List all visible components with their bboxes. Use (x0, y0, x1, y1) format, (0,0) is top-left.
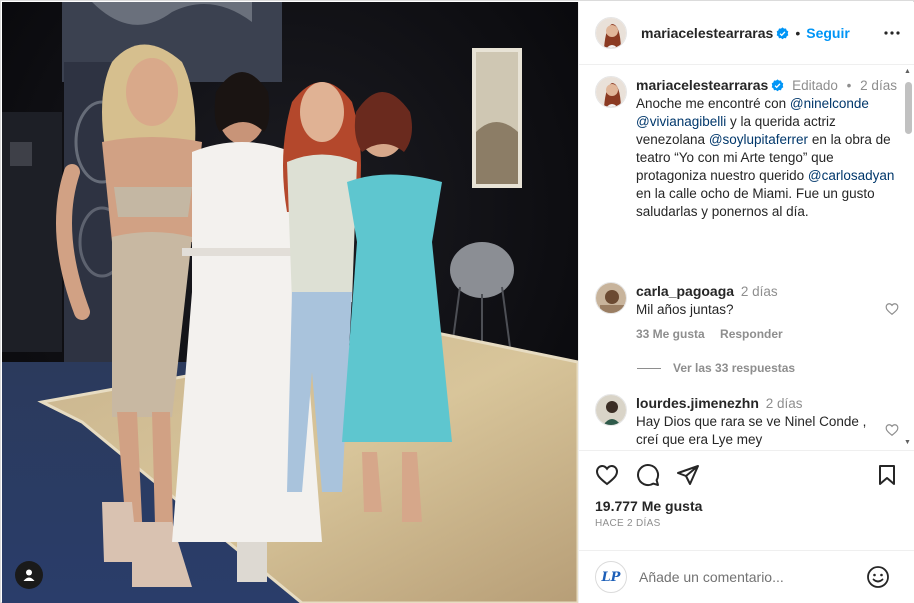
likes-count[interactable]: 19.777 Me gusta (595, 498, 702, 514)
caption-author-avatar[interactable] (595, 76, 627, 108)
post-photo[interactable] (2, 2, 578, 603)
caption-avatar-image (596, 77, 626, 107)
commenter-avatar-image (596, 395, 626, 425)
caption-edited: Editado (792, 78, 838, 93)
scrollbar-thumb[interactable] (905, 82, 912, 134)
action-icons (595, 463, 899, 489)
mention-ninelconde[interactable]: @ninelconde (790, 96, 869, 111)
commenter-avatar-image (596, 283, 626, 313)
post-image (2, 2, 578, 603)
scroll-down-arrow-icon[interactable]: ▼ (904, 439, 911, 446)
comments-scroll-area[interactable]: mariacelestearraras Editado • 2 días Ano… (579, 66, 914, 450)
author-avatar[interactable] (595, 17, 627, 49)
more-options-button[interactable] (883, 24, 901, 45)
comment-text: Mil años juntas? (636, 302, 734, 317)
commenter-avatar[interactable] (595, 282, 627, 314)
view-replies-button[interactable]: Ver las 33 respuestas (637, 361, 795, 375)
comment-body: lourdes.jimenezhn 2 días Hay Dios que ra… (636, 394, 876, 449)
mention-vivianagibelli[interactable]: @vivianagibelli (636, 114, 726, 129)
header-separator: • (795, 25, 801, 41)
heart-icon (595, 464, 619, 486)
comment-like-button[interactable] (885, 302, 899, 319)
caption-username[interactable]: mariacelestearraras (636, 77, 768, 93)
emoji-smile-icon (867, 566, 889, 588)
caption-text-1: Anoche me encontré con (636, 96, 790, 111)
heart-outline-icon (885, 303, 899, 315)
comment-body: carla_pagoaga 2 días Mil años juntas? 33… (636, 282, 876, 343)
scroll-up-arrow-icon[interactable]: ▲ (904, 68, 911, 75)
post-side-panel: mariacelestearraras • Seguir mariacelest… (578, 2, 914, 603)
caption-verified-badge-icon (772, 79, 784, 92)
user-tag-icon (23, 569, 35, 581)
comment-bubble-icon (637, 464, 660, 487)
comment-time[interactable]: 2 días (766, 396, 803, 411)
replies-divider (637, 367, 661, 369)
comment-button[interactable] (636, 463, 660, 490)
comment-likes[interactable]: 33 Me gusta (636, 327, 705, 341)
heart-outline-icon (885, 424, 899, 436)
save-button[interactable] (875, 463, 899, 490)
view-replies-label: Ver las 33 respuestas (673, 361, 796, 375)
author-avatar-image (596, 18, 626, 48)
follow-button[interactable]: Seguir (806, 25, 850, 41)
comment-text: Hay Dios que rara se ve Ninel Conde , cr… (636, 414, 867, 447)
verified-badge-icon (777, 26, 789, 39)
post-header: mariacelestearraras • Seguir (579, 2, 914, 65)
user-tag-button[interactable] (15, 561, 43, 589)
comment-username[interactable]: carla_pagoaga (636, 283, 734, 299)
add-comment-input[interactable] (639, 569, 859, 585)
add-comment-bar: LP (579, 550, 914, 603)
paper-plane-icon (677, 465, 699, 485)
emoji-button[interactable] (866, 565, 890, 592)
commenter-avatar[interactable] (595, 394, 627, 426)
reply-button[interactable]: Responder (720, 327, 783, 341)
comments-scrollbar[interactable]: ▲ ▼ (903, 68, 913, 446)
mention-soylupitaferrer[interactable]: @soylupitaferrer (709, 132, 808, 147)
bookmark-icon (879, 465, 895, 485)
mention-carlosadyan[interactable]: @carlosadyan (808, 168, 895, 183)
comment-username[interactable]: lourdes.jimenezhn (636, 395, 759, 411)
post-dialog: mariacelestearraras • Seguir mariacelest… (0, 0, 914, 603)
comment-like-button[interactable] (885, 423, 899, 440)
caption-time[interactable]: 2 días (860, 78, 897, 93)
more-horizontal-icon (884, 31, 900, 35)
author-username[interactable]: mariacelestearraras (641, 25, 773, 41)
like-button[interactable] (595, 463, 619, 490)
caption-text-5: en la calle ocho de Miami. Fue un gusto … (636, 186, 875, 219)
post-age[interactable]: HACE 2 DÍAS (595, 518, 661, 529)
post-actions: 19.777 Me gusta HACE 2 DÍAS (579, 450, 914, 550)
share-button[interactable] (676, 463, 700, 490)
comment-actions: 33 Me gusta Responder (636, 325, 876, 343)
comment-time[interactable]: 2 días (741, 284, 778, 299)
caption-body: mariacelestearraras Editado • 2 días Ano… (636, 76, 898, 221)
viewer-avatar[interactable]: LP (595, 561, 627, 593)
caption-separator: • (846, 78, 852, 93)
